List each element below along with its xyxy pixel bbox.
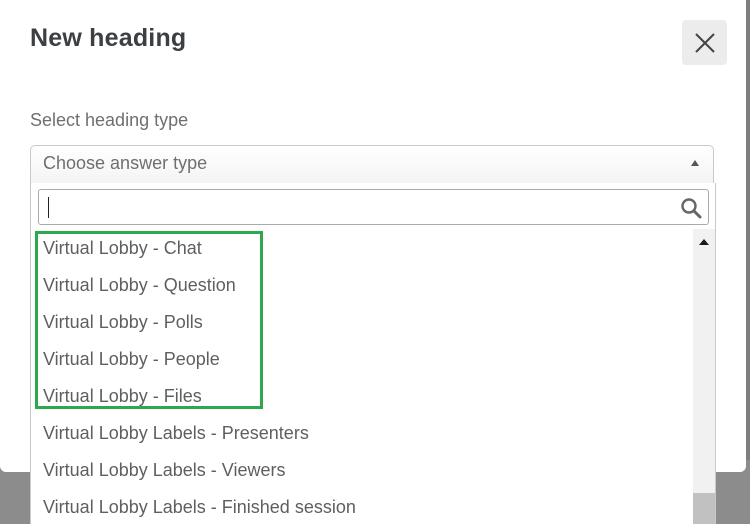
heading-type-select[interactable]: Choose answer type <box>30 145 714 183</box>
option-virtual-lobby-chat[interactable]: Virtual Lobby - Chat <box>31 230 691 267</box>
scroll-up-arrow-icon[interactable] <box>699 239 709 245</box>
heading-type-dropdown: Virtual Lobby - Chat Virtual Lobby - Que… <box>30 183 716 524</box>
close-button[interactable] <box>682 20 727 65</box>
close-icon <box>694 32 715 53</box>
text-caret <box>48 197 49 218</box>
search-input[interactable] <box>39 190 669 224</box>
search-icon <box>681 198 702 219</box>
option-virtual-lobby-files[interactable]: Virtual Lobby - Files <box>31 378 691 415</box>
option-virtual-lobby-labels-viewers[interactable]: Virtual Lobby Labels - Viewers <box>31 452 691 489</box>
option-virtual-lobby-people[interactable]: Virtual Lobby - People <box>31 341 691 378</box>
chevron-up-icon <box>691 160 699 166</box>
scrollbar-thumb[interactable] <box>693 493 715 524</box>
heading-type-label: Select heading type <box>30 110 189 130</box>
options-list: Virtual Lobby - Chat Virtual Lobby - Que… <box>31 230 691 524</box>
option-virtual-lobby-labels-presenters[interactable]: Virtual Lobby Labels - Presenters <box>31 415 691 452</box>
option-virtual-lobby-polls[interactable]: Virtual Lobby - Polls <box>31 304 691 341</box>
select-placeholder: Choose answer type <box>43 153 208 173</box>
option-virtual-lobby-labels-finished-session[interactable]: Virtual Lobby Labels - Finished session <box>31 489 691 524</box>
dialog-title: New heading <box>30 24 187 52</box>
option-virtual-lobby-question[interactable]: Virtual Lobby - Question <box>31 267 691 304</box>
search-box[interactable] <box>38 189 709 225</box>
options-scrollbar[interactable] <box>693 229 715 524</box>
